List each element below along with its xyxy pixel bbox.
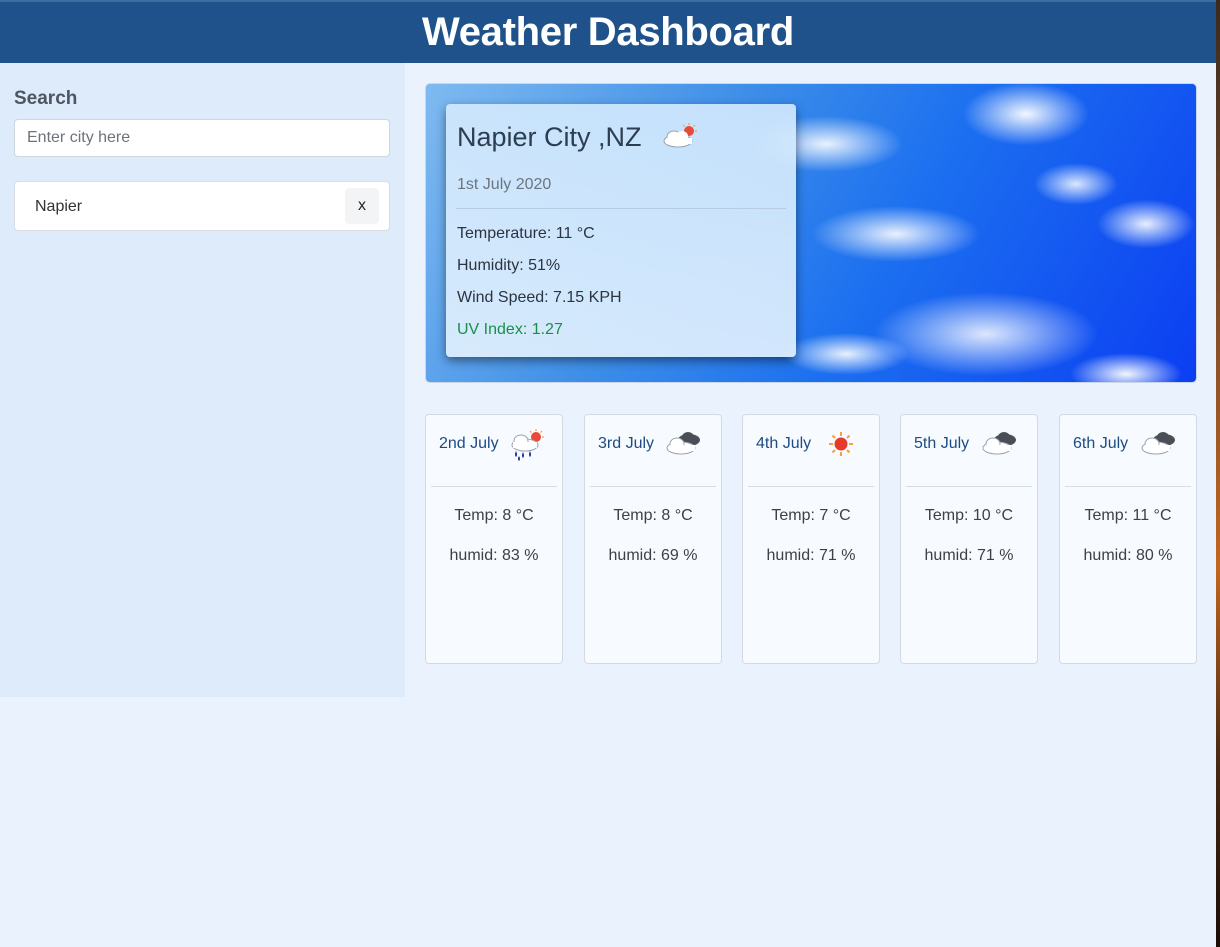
forecast-temp: Temp: 10 °C xyxy=(924,507,1014,524)
forecast-humidity: humid: 71 % xyxy=(766,547,856,564)
sidebar: Search Napier x xyxy=(0,63,405,697)
forecast-humidity: humid: 83 % xyxy=(449,547,539,564)
history-item-label[interactable]: Napier xyxy=(35,198,82,216)
wind-speed-text: Wind Speed: 7.15 KPH xyxy=(457,289,622,306)
rain-sun-icon xyxy=(511,429,544,461)
cloudy-icon xyxy=(666,432,700,455)
forecast-date: 4th July xyxy=(756,435,812,452)
forecast-temp: Temp: 11 °C xyxy=(1084,507,1172,524)
sun-icon xyxy=(829,432,853,456)
app-header: Weather Dashboard xyxy=(0,0,1216,63)
current-date: 1st July 2020 xyxy=(457,176,552,193)
divider xyxy=(748,486,874,487)
search-input[interactable] xyxy=(14,119,390,157)
search-label: Search xyxy=(14,88,78,109)
divider xyxy=(456,208,786,209)
uv-index-text: UV Index: 1.27 xyxy=(457,321,563,338)
humidity-text: Humidity: 51% xyxy=(457,257,561,274)
current-weather-banner: Napier City ,NZ 1st July 2020 Temperatur… xyxy=(425,83,1197,383)
window-edge xyxy=(1216,0,1220,947)
forecast-date: 6th July xyxy=(1073,435,1129,452)
divider xyxy=(590,486,716,487)
forecast-temp: Temp: 7 °C xyxy=(771,507,851,524)
partly-cloudy-icon xyxy=(663,123,697,148)
forecast-date: 2nd July xyxy=(439,435,499,452)
temperature-text: Temperature: 11 °C xyxy=(457,225,595,242)
forecast-card: 6th July Temp: 11 °C humid: 80 % xyxy=(1059,414,1197,664)
forecast-temp: Temp: 8 °C xyxy=(613,507,693,524)
forecast-card: 2nd July Temp: 8 °C humid: 83 % xyxy=(425,414,563,664)
divider xyxy=(906,486,1032,487)
page-title: Weather Dashboard xyxy=(421,10,795,54)
divider xyxy=(1065,486,1191,487)
forecast-temp: Temp: 8 °C xyxy=(454,507,534,524)
forecast-card: 4th July Temp: 7 °C humid: 71 % xyxy=(742,414,880,664)
forecast-humidity: humid: 69 % xyxy=(608,547,698,564)
divider xyxy=(431,486,557,487)
cloudy-icon xyxy=(1141,432,1175,455)
forecast-humidity: humid: 71 % xyxy=(924,547,1014,564)
history-item-napier[interactable]: Napier x xyxy=(14,181,390,231)
cloudy-icon xyxy=(982,432,1016,455)
forecast-card: 5th July Temp: 10 °C humid: 71 % xyxy=(900,414,1038,664)
forecast-date: 5th July xyxy=(914,435,970,452)
remove-history-button[interactable]: x xyxy=(345,188,379,224)
city-title: Napier City ,NZ xyxy=(457,122,642,152)
current-weather-card: Napier City ,NZ 1st July 2020 Temperatur… xyxy=(446,104,796,357)
forecast-humidity: humid: 80 % xyxy=(1083,547,1173,564)
forecast-date: 3rd July xyxy=(598,435,655,452)
forecast-card: 3rd July Temp: 8 °C humid: 69 % xyxy=(584,414,722,664)
